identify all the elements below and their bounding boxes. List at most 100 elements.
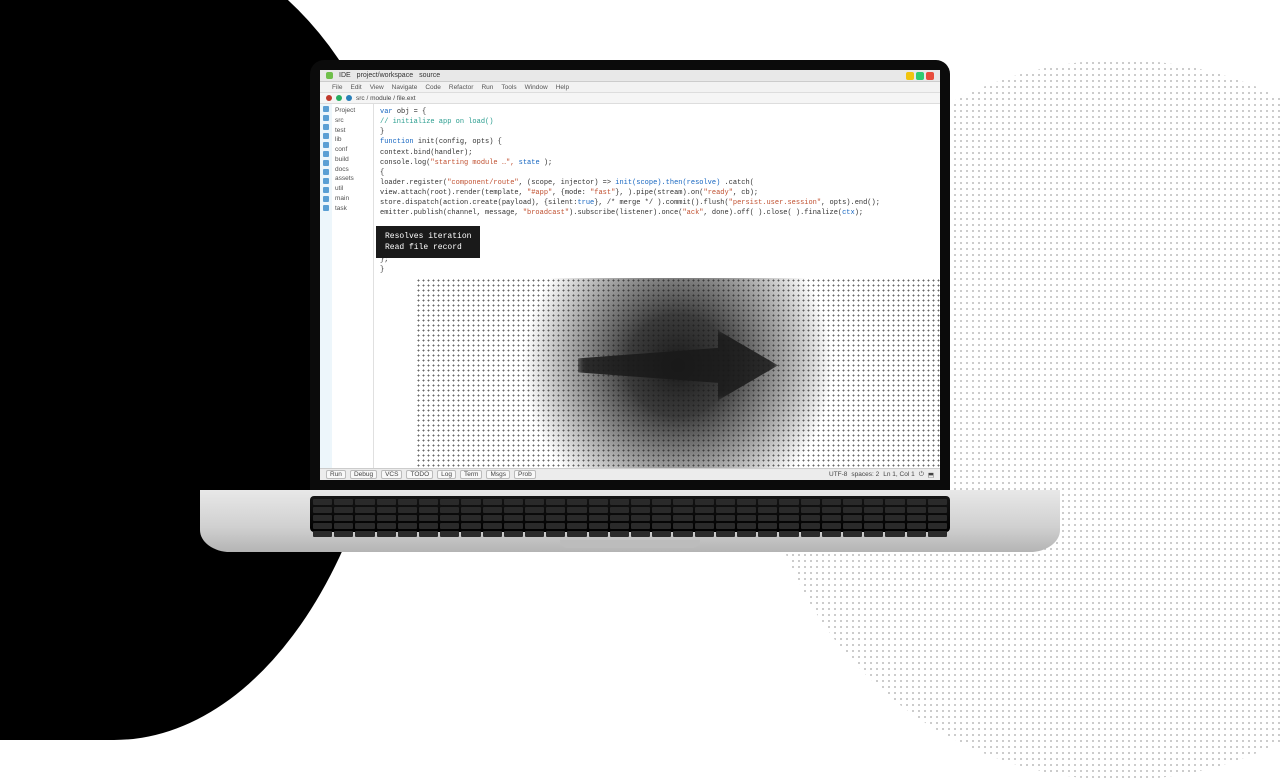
- code-token: , opts).end();: [821, 199, 880, 207]
- code-token: , cb);: [733, 189, 758, 197]
- breadcrumb-bar: src / module / file.ext: [320, 93, 940, 104]
- code-token: , {mode:: [552, 189, 590, 197]
- menu-item[interactable]: Refactor: [449, 84, 474, 91]
- code-token: view.attach(root).render(template,: [380, 189, 527, 197]
- code-token: "ready": [704, 189, 733, 197]
- run-config-icon[interactable]: [326, 95, 332, 101]
- code-line: }: [380, 265, 934, 275]
- code-editor[interactable]: var obj = { // initialize app on load() …: [374, 104, 940, 468]
- status-indent[interactable]: spaces: 2: [851, 471, 879, 478]
- code-token: "ack": [682, 209, 703, 217]
- status-item[interactable]: VCS: [381, 470, 402, 479]
- tree-item[interactable]: assets: [335, 174, 370, 184]
- status-encoding[interactable]: UTF-8: [829, 471, 847, 478]
- project-tree[interactable]: Project src test lib conf build docs ass…: [332, 104, 374, 468]
- laptop-keyboard: [310, 496, 950, 532]
- tree-item[interactable]: src: [335, 116, 370, 126]
- menu-item[interactable]: File: [332, 84, 342, 91]
- status-bar: Run Debug VCS TODO Log Term Msgs Prob UT…: [320, 468, 940, 480]
- status-item[interactable]: Msgs: [486, 470, 510, 479]
- ide-window: IDE project/workspace source File Edit V…: [320, 70, 940, 480]
- window-controls: [906, 72, 934, 80]
- tree-item[interactable]: build: [335, 155, 370, 165]
- status-item[interactable]: Debug: [350, 470, 377, 479]
- code-token: "starting module …",: [430, 159, 518, 167]
- code-token: (config, opts) {: [435, 138, 502, 146]
- power-icon[interactable]: ⏻: [919, 471, 924, 479]
- menu-item[interactable]: Tools: [501, 84, 516, 91]
- code-token: "broadcast": [523, 209, 569, 217]
- menu-item[interactable]: Edit: [350, 84, 361, 91]
- app-icon: [326, 72, 333, 79]
- menu-item[interactable]: Help: [556, 84, 569, 91]
- tree-item[interactable]: util: [335, 184, 370, 194]
- title-file: source: [419, 72, 440, 79]
- code-token: "component/route": [447, 179, 518, 187]
- title-project: project/workspace: [357, 72, 413, 79]
- tool-bookmarks-icon[interactable]: [323, 133, 329, 139]
- tree-item[interactable]: docs: [335, 165, 370, 175]
- tree-item[interactable]: Project: [335, 106, 370, 116]
- tool-terminal-icon[interactable]: [323, 187, 329, 193]
- tree-item[interactable]: lib: [335, 135, 370, 145]
- tool-todo-icon[interactable]: [323, 205, 329, 211]
- code-token: ).subscribe(listener).once(: [569, 209, 682, 217]
- tool-structure-icon[interactable]: [323, 115, 329, 121]
- code-token: }, /* merge */ ).commit().flush(: [594, 199, 728, 207]
- tree-item[interactable]: conf: [335, 145, 370, 155]
- tree-item[interactable]: task: [335, 204, 370, 214]
- status-caret[interactable]: Ln 1, Col 1: [883, 471, 914, 478]
- code-line: }: [380, 127, 934, 137]
- menu-item[interactable]: View: [370, 84, 384, 91]
- layout-icon[interactable]: ⬒: [928, 471, 934, 479]
- status-item[interactable]: Term: [460, 470, 482, 479]
- code-token: state: [519, 159, 540, 167]
- tool-debug-icon[interactable]: [323, 151, 329, 157]
- tool-problems-icon[interactable]: [323, 196, 329, 202]
- window-titlebar: IDE project/workspace source: [320, 70, 940, 82]
- tool-services-icon[interactable]: [323, 169, 329, 175]
- code-token: store.dispatch(action.create(payload), {…: [380, 199, 577, 207]
- tool-gutter: [320, 104, 332, 468]
- tree-item[interactable]: main: [335, 194, 370, 204]
- menu-bar: File Edit View Navigate Code Refactor Ru…: [320, 82, 940, 93]
- tool-project-icon[interactable]: [323, 106, 329, 112]
- tree-item[interactable]: test: [335, 126, 370, 136]
- maximize-button[interactable]: [916, 72, 924, 80]
- laptop-base: [200, 490, 1060, 552]
- laptop-notch: [560, 540, 700, 548]
- code-token: = {: [409, 108, 426, 116]
- editor-tooltip: Resolves iteration Read file record: [376, 226, 480, 258]
- minimize-button[interactable]: [906, 72, 914, 80]
- code-token: "#app": [527, 189, 552, 197]
- code-token: );: [540, 159, 553, 167]
- tooltip-line: Resolves iteration: [385, 231, 471, 242]
- code-token: "fast": [590, 189, 615, 197]
- status-item[interactable]: Prob: [514, 470, 536, 479]
- code-token: .catch(: [724, 179, 753, 187]
- laptop-mockup: IDE project/workspace source File Edit V…: [200, 60, 1060, 552]
- menu-item[interactable]: Window: [525, 84, 548, 91]
- code-token: function: [380, 138, 418, 146]
- code-token: var: [380, 108, 397, 116]
- status-item[interactable]: Run: [326, 470, 346, 479]
- tool-vcs-icon[interactable]: [323, 142, 329, 148]
- code-token: console.log(: [380, 159, 430, 167]
- vcs-status-icon[interactable]: [336, 95, 342, 101]
- tool-run-icon[interactable]: [323, 160, 329, 166]
- laptop-screen-bezel: IDE project/workspace source File Edit V…: [310, 60, 950, 490]
- tool-favorites-icon[interactable]: [323, 124, 329, 130]
- code-token: );: [855, 209, 863, 217]
- code-token: true: [577, 199, 594, 207]
- close-button[interactable]: [926, 72, 934, 80]
- code-token: emitter.publish(channel, message,: [380, 209, 523, 217]
- status-item[interactable]: TODO: [406, 470, 433, 479]
- tool-db-icon[interactable]: [323, 178, 329, 184]
- menu-item[interactable]: Navigate: [392, 84, 418, 91]
- code-token: , done).off( ).close( ).finalize(: [703, 209, 842, 217]
- menu-item[interactable]: Code: [425, 84, 441, 91]
- status-item[interactable]: Log: [437, 470, 456, 479]
- sync-icon[interactable]: [346, 95, 352, 101]
- breadcrumb[interactable]: src / module / file.ext: [356, 95, 416, 102]
- menu-item[interactable]: Run: [481, 84, 493, 91]
